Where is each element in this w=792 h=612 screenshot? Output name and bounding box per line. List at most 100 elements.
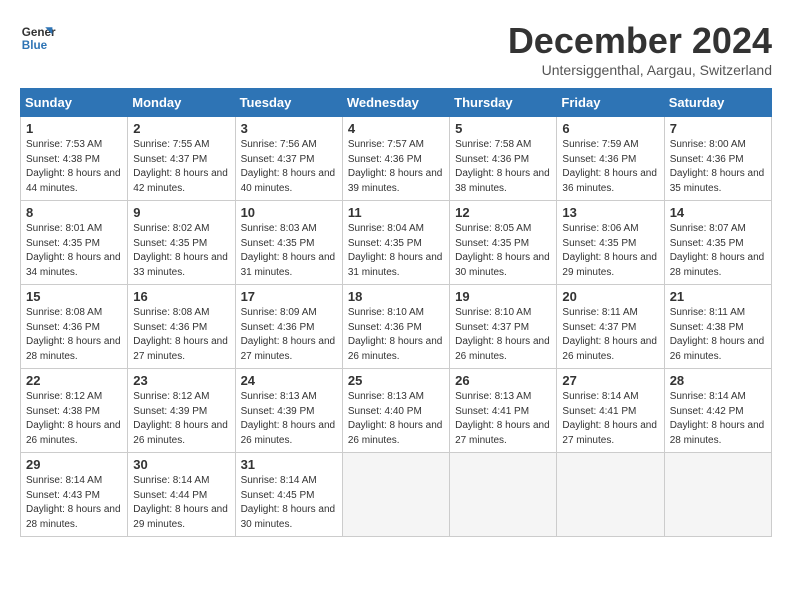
calendar-cell: 19 Sunrise: 8:10 AMSunset: 4:37 PMDayligh… bbox=[450, 285, 557, 369]
day-number: 31 bbox=[241, 457, 337, 472]
calendar-cell: 14 Sunrise: 8:07 AMSunset: 4:35 PMDayligh… bbox=[664, 201, 771, 285]
calendar-cell: 1 Sunrise: 7:53 AMSunset: 4:38 PMDaylight… bbox=[21, 117, 128, 201]
day-info: Sunrise: 7:56 AMSunset: 4:37 PMDaylight:… bbox=[241, 138, 337, 196]
day-info: Sunrise: 8:02 AMSunset: 4:35 PMDaylight:… bbox=[133, 222, 229, 280]
day-header-saturday: Saturday bbox=[664, 89, 771, 117]
calendar-cell: 4Sunrise: 7:57 AMSunset: 4:36 PMDaylight… bbox=[342, 117, 449, 201]
day-number: 4 bbox=[348, 121, 444, 136]
calendar-cell: 2Sunrise: 7:55 AMSunset: 4:37 PMDaylight… bbox=[128, 117, 235, 201]
day-info: Sunrise: 8:03 AMSunset: 4:35 PMDaylight:… bbox=[241, 222, 337, 280]
day-info: Sunrise: 8:08 AMSunset: 4:36 PMDaylight:… bbox=[26, 306, 122, 364]
calendar-cell bbox=[450, 453, 557, 537]
day-info: Sunrise: 8:09 AMSunset: 4:36 PMDaylight:… bbox=[241, 306, 337, 364]
calendar-cell: 27Sunrise: 8:14 AMSunset: 4:41 PMDayligh… bbox=[557, 369, 664, 453]
day-number: 8 bbox=[26, 205, 122, 220]
day-info: Sunrise: 8:14 AMSunset: 4:44 PMDaylight:… bbox=[133, 474, 229, 532]
day-number: 25 bbox=[348, 373, 444, 388]
calendar-cell: 5Sunrise: 7:58 AMSunset: 4:36 PMDaylight… bbox=[450, 117, 557, 201]
day-header-friday: Friday bbox=[557, 89, 664, 117]
day-header-tuesday: Tuesday bbox=[235, 89, 342, 117]
day-info: Sunrise: 8:13 AMSunset: 4:41 PMDaylight:… bbox=[455, 390, 551, 448]
day-info: Sunrise: 8:08 AMSunset: 4:36 PMDaylight:… bbox=[133, 306, 229, 364]
day-number: 27 bbox=[562, 373, 658, 388]
day-number: 17 bbox=[241, 289, 337, 304]
calendar-cell: 10 Sunrise: 8:03 AMSunset: 4:35 PMDayligh… bbox=[235, 201, 342, 285]
calendar-cell: 16 Sunrise: 8:08 AMSunset: 4:36 PMDayligh… bbox=[128, 285, 235, 369]
calendar-cell: 13 Sunrise: 8:06 AMSunset: 4:35 PMDayligh… bbox=[557, 201, 664, 285]
calendar-cell: 12 Sunrise: 8:05 AMSunset: 4:35 PMDayligh… bbox=[450, 201, 557, 285]
day-info: Sunrise: 7:58 AMSunset: 4:36 PMDaylight:… bbox=[455, 138, 551, 196]
calendar-cell: 23 Sunrise: 8:12 AMSunset: 4:39 PMDayligh… bbox=[128, 369, 235, 453]
day-number: 1 bbox=[26, 121, 122, 136]
day-number: 19 bbox=[455, 289, 551, 304]
day-info: Sunrise: 8:14 AMSunset: 4:45 PMDaylight:… bbox=[241, 474, 337, 532]
day-info: Sunrise: 8:12 AMSunset: 4:38 PMDaylight:… bbox=[26, 390, 122, 448]
calendar-cell: 6 Sunrise: 7:59 AMSunset: 4:36 PMDaylight… bbox=[557, 117, 664, 201]
calendar-cell: 22 Sunrise: 8:12 AMSunset: 4:38 PMDayligh… bbox=[21, 369, 128, 453]
day-info: Sunrise: 8:11 AMSunset: 4:37 PMDaylight:… bbox=[562, 306, 658, 364]
day-header-thursday: Thursday bbox=[450, 89, 557, 117]
calendar-cell: 31 Sunrise: 8:14 AMSunset: 4:45 PMDayligh… bbox=[235, 453, 342, 537]
week-row-1: 1 Sunrise: 7:53 AMSunset: 4:38 PMDaylight… bbox=[21, 117, 772, 201]
calendar-cell: 18 Sunrise: 8:10 AMSunset: 4:36 PMDayligh… bbox=[342, 285, 449, 369]
calendar-cell: 24 Sunrise: 8:13 AMSunset: 4:39 PMDayligh… bbox=[235, 369, 342, 453]
calendar-cell: 17 Sunrise: 8:09 AMSunset: 4:36 PMDayligh… bbox=[235, 285, 342, 369]
title-block: December 2024 Untersiggenthal, Aargau, S… bbox=[508, 20, 772, 78]
day-number: 15 bbox=[26, 289, 122, 304]
header-row: SundayMondayTuesdayWednesdayThursdayFrid… bbox=[21, 89, 772, 117]
day-number: 21 bbox=[670, 289, 766, 304]
day-info: Sunrise: 8:12 AMSunset: 4:39 PMDaylight:… bbox=[133, 390, 229, 448]
location: Untersiggenthal, Aargau, Switzerland bbox=[508, 62, 772, 78]
calendar-cell bbox=[557, 453, 664, 537]
day-number: 24 bbox=[241, 373, 337, 388]
calendar-cell: 15 Sunrise: 8:08 AMSunset: 4:36 PMDayligh… bbox=[21, 285, 128, 369]
week-row-3: 15 Sunrise: 8:08 AMSunset: 4:36 PMDayligh… bbox=[21, 285, 772, 369]
day-number: 28 bbox=[670, 373, 766, 388]
day-info: Sunrise: 8:14 AMSunset: 4:43 PMDaylight:… bbox=[26, 474, 122, 532]
week-row-2: 8 Sunrise: 8:01 AMSunset: 4:35 PMDaylight… bbox=[21, 201, 772, 285]
day-info: Sunrise: 8:13 AMSunset: 4:39 PMDaylight:… bbox=[241, 390, 337, 448]
day-number: 12 bbox=[455, 205, 551, 220]
day-number: 16 bbox=[133, 289, 229, 304]
day-info: Sunrise: 8:10 AMSunset: 4:37 PMDaylight:… bbox=[455, 306, 551, 364]
day-number: 11 bbox=[348, 205, 444, 220]
day-number: 18 bbox=[348, 289, 444, 304]
calendar-table: SundayMondayTuesdayWednesdayThursdayFrid… bbox=[20, 88, 772, 537]
day-info: Sunrise: 7:55 AMSunset: 4:37 PMDaylight:… bbox=[133, 138, 229, 196]
day-info: Sunrise: 7:59 AMSunset: 4:36 PMDaylight:… bbox=[562, 138, 658, 196]
day-number: 7 bbox=[670, 121, 766, 136]
calendar-cell: 20 Sunrise: 8:11 AMSunset: 4:37 PMDayligh… bbox=[557, 285, 664, 369]
day-number: 10 bbox=[241, 205, 337, 220]
day-header-monday: Monday bbox=[128, 89, 235, 117]
day-number: 23 bbox=[133, 373, 229, 388]
day-info: Sunrise: 8:04 AMSunset: 4:35 PMDaylight:… bbox=[348, 222, 444, 280]
day-header-sunday: Sunday bbox=[21, 89, 128, 117]
day-number: 30 bbox=[133, 457, 229, 472]
calendar-cell: 3Sunrise: 7:56 AMSunset: 4:37 PMDaylight… bbox=[235, 117, 342, 201]
svg-text:Blue: Blue bbox=[22, 39, 48, 52]
day-number: 9 bbox=[133, 205, 229, 220]
day-number: 6 bbox=[562, 121, 658, 136]
calendar-cell: 11 Sunrise: 8:04 AMSunset: 4:35 PMDayligh… bbox=[342, 201, 449, 285]
day-info: Sunrise: 8:05 AMSunset: 4:35 PMDaylight:… bbox=[455, 222, 551, 280]
page-header: General Blue December 2024 Untersiggenth… bbox=[20, 20, 772, 78]
calendar-cell: 21 Sunrise: 8:11 AMSunset: 4:38 PMDayligh… bbox=[664, 285, 771, 369]
day-number: 29 bbox=[26, 457, 122, 472]
day-info: Sunrise: 8:00 AMSunset: 4:36 PMDaylight:… bbox=[670, 138, 766, 196]
day-info: Sunrise: 8:11 AMSunset: 4:38 PMDaylight:… bbox=[670, 306, 766, 364]
day-info: Sunrise: 8:01 AMSunset: 4:35 PMDaylight:… bbox=[26, 222, 122, 280]
day-number: 20 bbox=[562, 289, 658, 304]
logo: General Blue bbox=[20, 20, 56, 56]
day-info: Sunrise: 8:07 AMSunset: 4:35 PMDaylight:… bbox=[670, 222, 766, 280]
day-info: Sunrise: 8:14 AMSunset: 4:42 PMDaylight:… bbox=[670, 390, 766, 448]
day-info: Sunrise: 8:06 AMSunset: 4:35 PMDaylight:… bbox=[562, 222, 658, 280]
calendar-cell: 7 Sunrise: 8:00 AMSunset: 4:36 PMDaylight… bbox=[664, 117, 771, 201]
day-number: 22 bbox=[26, 373, 122, 388]
day-number: 13 bbox=[562, 205, 658, 220]
day-info: Sunrise: 7:53 AMSunset: 4:38 PMDaylight:… bbox=[26, 138, 122, 196]
day-number: 26 bbox=[455, 373, 551, 388]
logo-icon: General Blue bbox=[20, 20, 56, 56]
day-info: Sunrise: 8:10 AMSunset: 4:36 PMDaylight:… bbox=[348, 306, 444, 364]
calendar-cell bbox=[664, 453, 771, 537]
day-number: 14 bbox=[670, 205, 766, 220]
